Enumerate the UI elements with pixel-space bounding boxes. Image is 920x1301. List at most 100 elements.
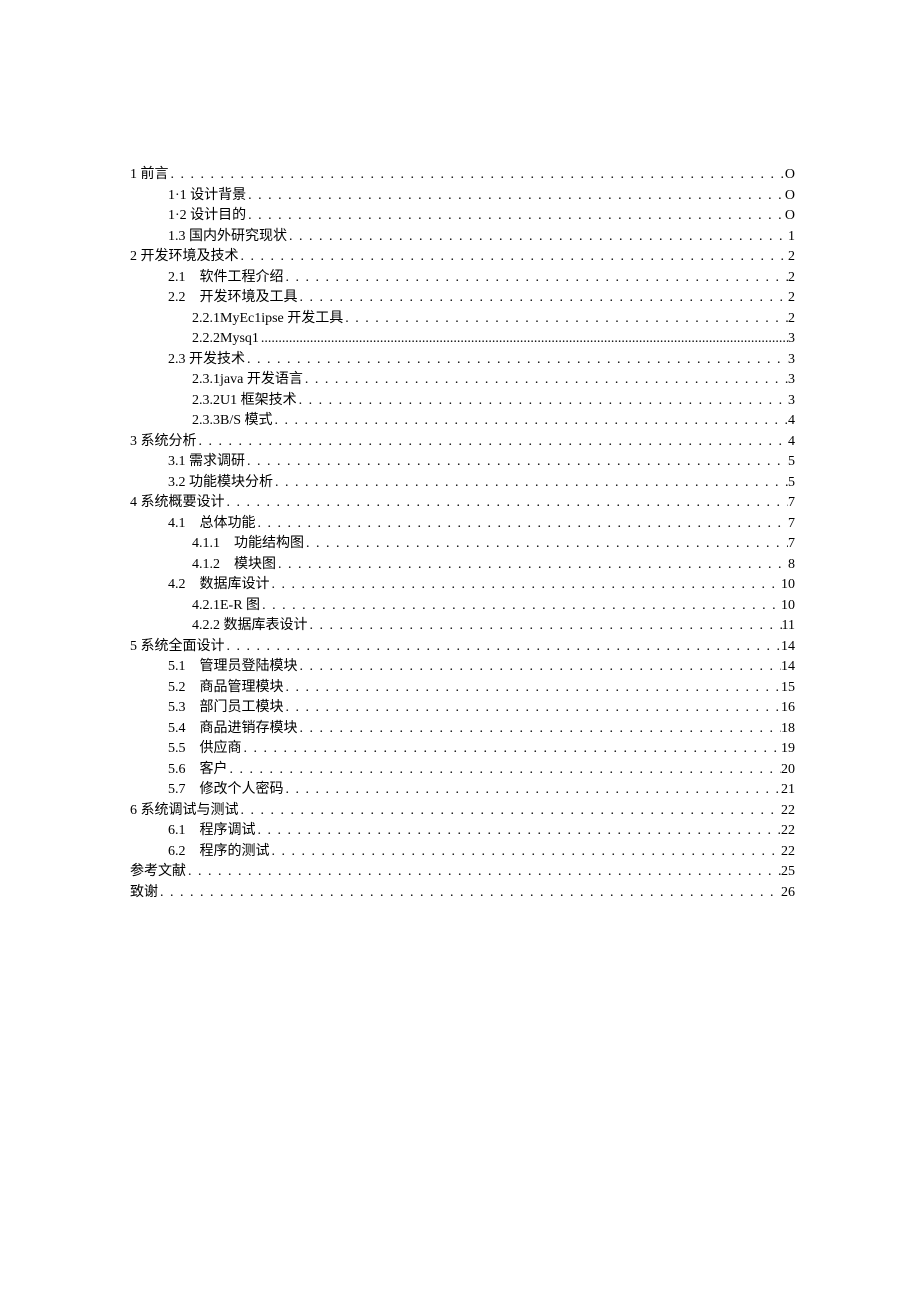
toc-entry: 4.1.1 功能结构图7 <box>130 534 795 555</box>
toc-dot-leader <box>239 801 782 822</box>
toc-entry-label: 4.2 数据库设计 <box>168 575 270 596</box>
toc-entry-page: 3 <box>788 370 795 391</box>
toc-dot-leader <box>284 780 782 801</box>
toc-entry-label: 2.3 开发技术 <box>168 350 245 371</box>
toc-entry-page: 20 <box>781 760 795 781</box>
toc-entry-page: 19 <box>781 739 795 760</box>
toc-entry-page: 26 <box>781 883 795 904</box>
toc-dot-leader <box>245 350 788 371</box>
toc-entry-label: 参考文献 <box>130 862 186 883</box>
toc-entry-label: 5.6 客户 <box>168 760 228 781</box>
toc-entry-page: 5 <box>788 452 795 473</box>
toc-entry-page: 2 <box>788 247 795 268</box>
toc-dot-leader <box>239 247 789 268</box>
toc-dot-leader <box>276 555 788 576</box>
toc-entry-label: 2.1 软件工程介绍 <box>168 268 284 289</box>
toc-entry-page: 7 <box>788 493 795 514</box>
toc-dot-leader <box>284 678 782 699</box>
toc-dot-leader <box>273 411 788 432</box>
toc-dot-leader <box>246 186 785 207</box>
toc-dot-leader <box>186 862 781 883</box>
toc-entry: 2.2.2Mysq13 <box>130 329 795 350</box>
toc-entry-page: 25 <box>781 862 795 883</box>
toc-dot-leader <box>225 637 782 658</box>
toc-entry: 5.1 管理员登陆模块 14 <box>130 657 795 678</box>
toc-entry: 3.2 功能模块分析5 <box>130 473 795 494</box>
toc-dot-leader <box>303 370 788 391</box>
toc-dot-leader <box>256 821 782 842</box>
toc-entry-label: 1·1 设计背景 <box>168 186 246 207</box>
toc-dot-leader <box>343 309 788 330</box>
toc-dot-leader <box>298 719 782 740</box>
toc-entry-page: 7 <box>788 534 795 555</box>
toc-entry-label: 6 系统调试与测试 <box>130 801 239 822</box>
toc-entry: 1.3 国内外研究现状1 <box>130 227 795 248</box>
toc-entry: 参考文献 25 <box>130 862 795 883</box>
toc-entry-page: 10 <box>781 596 795 617</box>
toc-entry-page: 3 <box>788 391 795 412</box>
toc-dot-leader <box>284 698 782 719</box>
toc-entry-page: 3 <box>788 350 795 371</box>
toc-entry: 2.3.3B/S 模式4 <box>130 411 795 432</box>
toc-entry: 1·1 设计背景 O <box>130 186 795 207</box>
toc-entry-page: 22 <box>781 801 795 822</box>
toc-entry-page: 15 <box>781 678 795 699</box>
toc-entry: 5.4 商品进销存模块18 <box>130 719 795 740</box>
toc-entry: 6.1 程序调试22 <box>130 821 795 842</box>
toc-entry-page: 18 <box>781 719 795 740</box>
toc-entry-page: O <box>785 165 795 186</box>
toc-entry-page: 2 <box>788 288 795 309</box>
toc-dot-leader <box>242 739 782 760</box>
toc-entry: 5.3 部门员工模块16 <box>130 698 795 719</box>
toc-entry-label: 1.3 国内外研究现状 <box>168 227 287 248</box>
toc-entry-label: 4.1.2 模块图 <box>192 555 276 576</box>
toc-entry-page: 22 <box>781 842 795 863</box>
toc-entry-label: 5.1 管理员登陆模块 <box>168 657 298 678</box>
toc-entry: 2.1 软件工程介绍 2 <box>130 268 795 289</box>
toc-entry-label: 1·2 设计目的 <box>168 206 246 227</box>
toc-dot-leader <box>298 288 789 309</box>
toc-entry-label: 4.2.2 数据库表设计 <box>192 616 308 637</box>
toc-dot-leader <box>270 842 782 863</box>
toc-entry-page: 14 <box>781 657 795 678</box>
toc-entry-label: 5.3 部门员工模块 <box>168 698 284 719</box>
toc-entry-page: O <box>785 206 795 227</box>
toc-entry: 5.6 客户 20 <box>130 760 795 781</box>
toc-entry: 致谢 26 <box>130 883 795 904</box>
toc-entry-page: O <box>785 186 795 207</box>
toc-dot-leader <box>197 432 789 453</box>
toc-entry-page: 10 <box>781 575 795 596</box>
toc-dot-leader <box>158 883 781 904</box>
toc-dot-leader <box>169 165 785 186</box>
toc-entry-label: 1 前言 <box>130 165 169 186</box>
toc-entry-page: 7 <box>788 514 795 535</box>
toc-entry-label: 5 系统全面设计 <box>130 637 225 658</box>
toc-entry-label: 致谢 <box>130 883 158 904</box>
toc-entry: 4 系统概要设计7 <box>130 493 795 514</box>
toc-entry-page: 2 <box>788 268 795 289</box>
toc-entry-page: 21 <box>781 780 795 801</box>
table-of-contents: 1 前言O1·1 设计背景O1·2 设计目的O1.3 国内外研究现状12 开发环… <box>130 165 795 903</box>
toc-entry: 4.1 总体功能 7 <box>130 514 795 535</box>
toc-entry: 4.2.2 数据库表设计 11 <box>130 616 795 637</box>
toc-dot-leader <box>308 616 782 637</box>
toc-dot-leader <box>270 575 782 596</box>
toc-entry: 4.1.2 模块图8 <box>130 555 795 576</box>
toc-dot-leader <box>228 760 782 781</box>
toc-dot-leader <box>297 391 788 412</box>
toc-entry: 1·2 设计目的 O <box>130 206 795 227</box>
toc-entry-page: 11 <box>782 616 795 637</box>
toc-entry-label: 5.5 供应商 <box>168 739 242 760</box>
toc-entry-label: 2.2.2Mysq1 <box>192 329 259 350</box>
toc-entry-label: 4.2.1E-R 图 <box>192 596 260 617</box>
toc-dot-leader <box>287 227 788 248</box>
toc-entry-page: 22 <box>781 821 795 842</box>
toc-entry: 1 前言 O <box>130 165 795 186</box>
toc-entry: 6.2 程序的测试22 <box>130 842 795 863</box>
toc-entry: 2.3.1java 开发语言3 <box>130 370 795 391</box>
toc-dot-leader <box>304 534 788 555</box>
toc-entry-page: 2 <box>788 309 795 330</box>
toc-entry-page: 5 <box>788 473 795 494</box>
toc-entry-label: 4.1 总体功能 <box>168 514 256 535</box>
toc-entry-label: 5.7 修改个人密码 <box>168 780 284 801</box>
